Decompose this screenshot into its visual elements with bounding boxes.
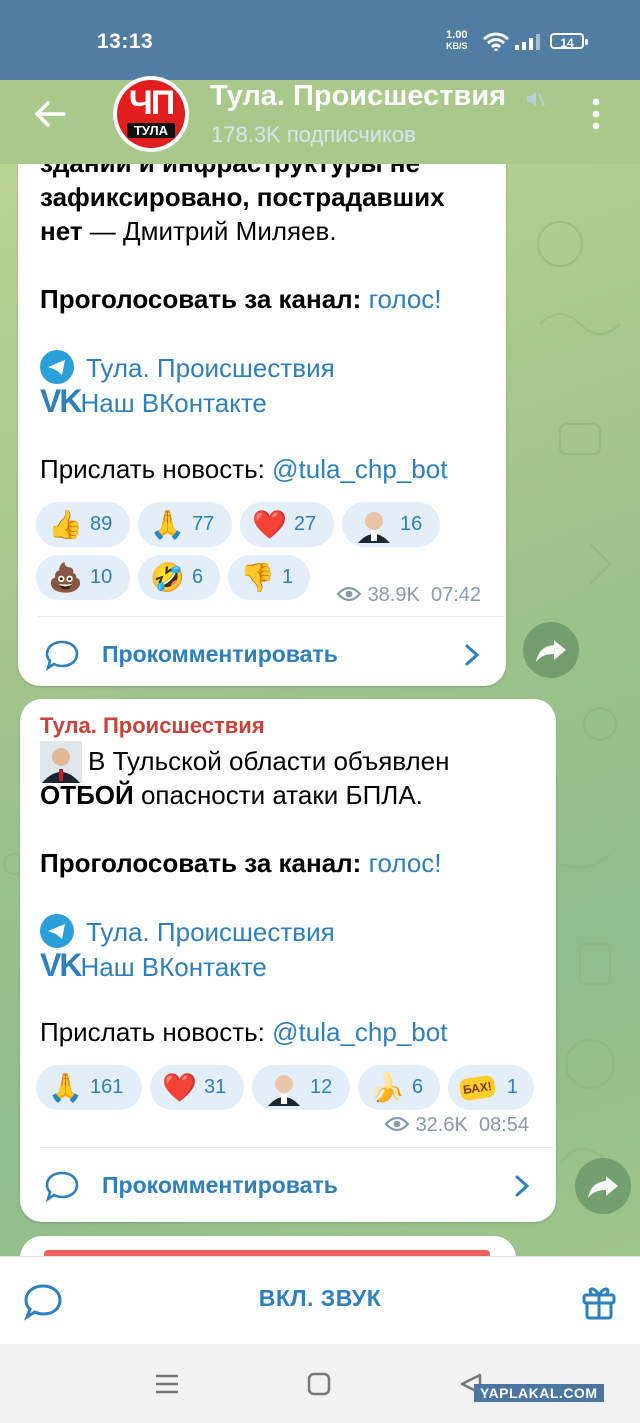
chevron-right-icon (515, 1175, 530, 1197)
chevron-right-icon (465, 644, 480, 666)
telegram-channel-link[interactable]: Тула. Происшествия (86, 353, 335, 383)
watermark: YAPLAKAL.COM (474, 1384, 604, 1402)
comment-button[interactable]: Прокомментировать (18, 617, 506, 686)
reaction-chip[interactable]: 🙏 77 (138, 502, 232, 547)
share-arrow-icon (536, 640, 566, 662)
post1-vk-line: VKНаш ВКонтакте (40, 384, 267, 420)
reaction-chip[interactable]: 👎 1 (228, 555, 310, 600)
putin-sticker-icon (268, 1074, 300, 1106)
channel-title[interactable]: Тула. Происшествия (210, 80, 506, 113)
post2-send-line: Прислать новость: @tula_chp_bot (40, 1017, 448, 1047)
back-arrow-icon[interactable] (30, 94, 70, 134)
more-menu-icon[interactable] (586, 98, 606, 132)
reaction-chip[interactable]: ❤️ 27 (240, 502, 334, 547)
post1-meta: 38.9K 07:42 (336, 584, 481, 607)
post2-author[interactable]: Тула. Происшествия (40, 713, 265, 739)
vk-link[interactable]: Наш ВКонтакте (80, 388, 266, 418)
share-button[interactable] (575, 1158, 631, 1214)
vote-link[interactable]: голос! (369, 848, 442, 878)
message-bubble-3-partial (20, 1236, 516, 1256)
subscriber-count: 178.3K подписчиков (211, 122, 416, 147)
wifi-icon (483, 32, 509, 51)
views-eye-icon (336, 586, 362, 602)
muted-icon (527, 92, 545, 107)
message-bubble-2: Тула. Происшествия В Тульской области об… (20, 699, 556, 1222)
post2-text-line-b: ОТБОЙ опасности атаки БПЛА. (40, 780, 423, 810)
bot-link[interactable]: @tula_chp_bot (272, 454, 447, 484)
system-nav-bar: YAPLAKAL.COM (0, 1344, 640, 1423)
message-bubble-1: зданий и инфраструктуры не зафиксировано… (18, 164, 506, 686)
post1-vote-line: Проголосовать за канал: голос! (40, 284, 442, 314)
vote-link[interactable]: голос! (369, 284, 442, 314)
status-time: 13:13 (97, 30, 154, 53)
chat-background: зданий и инфраструктуры не зафиксировано… (0, 164, 640, 1256)
reaction-chip[interactable]: 🍌 6 (358, 1065, 440, 1110)
putin-sticker-icon (358, 511, 390, 543)
recent-apps-icon[interactable] (154, 1372, 180, 1396)
comment-bubble-icon (45, 1171, 79, 1202)
comment-button[interactable]: Прокомментировать (20, 1148, 556, 1222)
telegram-icon (40, 914, 74, 948)
post2-tg-line: Тула. Происшествия (40, 914, 335, 949)
comment-bubble-icon (45, 640, 79, 671)
reaction-chip[interactable]: 👍 89 (36, 502, 130, 547)
post2-meta: 32.6K 08:54 (384, 1114, 529, 1137)
bot-link[interactable]: @tula_chp_bot (272, 1017, 447, 1047)
post1-text-line-a: зданий и инфраструктуры не (40, 164, 420, 180)
share-button[interactable] (523, 622, 579, 678)
channel-avatar[interactable]: ЧП ТУЛА (113, 76, 189, 152)
views-eye-icon (384, 1116, 410, 1132)
post1-tg-line: Тула. Происшествия (40, 350, 335, 385)
reaction-chip[interactable]: 💩 10 (36, 555, 130, 600)
vk-icon: VK (40, 947, 82, 983)
telegram-icon (40, 350, 74, 384)
reaction-chip[interactable]: ❤️ 31 (150, 1065, 244, 1110)
signal-icon (515, 34, 540, 50)
post1-text-line-c: нет — Дмитрий Миляев. (40, 216, 337, 246)
chat-header: ЧП ТУЛА Тула. Происшествия 178.3K подпис… (0, 64, 640, 164)
reaction-chip[interactable]: 🤣 6 (138, 555, 220, 600)
reaction-chip[interactable]: 🙏 161 (36, 1065, 142, 1110)
post2-text-line-a: В Тульской области объявлен (88, 746, 450, 776)
gift-icon[interactable] (580, 1281, 618, 1321)
reaction-chip[interactable]: БАХ! 1 (448, 1065, 534, 1110)
battery-indicator: 14 (550, 33, 588, 50)
post1-send-line: Прислать новость: @tula_chp_bot (40, 454, 448, 484)
vk-link[interactable]: Наш ВКонтакте (80, 952, 266, 982)
share-arrow-icon (588, 1176, 618, 1198)
post2-vk-line: VKНаш ВКонтакте (40, 948, 267, 984)
bah-sticker-icon: БАХ! (458, 1074, 497, 1101)
post1-text-line-b: зафиксировано, пострадавших (40, 182, 445, 212)
governor-photo-icon (40, 741, 82, 783)
reaction-chip[interactable]: 12 (252, 1065, 350, 1110)
post2-vote-line: Проголосовать за канал: голос! (40, 848, 442, 878)
network-speed: 1.00 KB/S (446, 29, 468, 52)
home-icon[interactable] (306, 1371, 332, 1397)
vk-icon: VK (40, 383, 82, 419)
telegram-channel-link[interactable]: Тула. Происшествия (86, 917, 335, 947)
reaction-chip[interactable]: 16 (342, 502, 440, 547)
bottom-bar: ВКЛ. ЗВУК (0, 1256, 640, 1345)
unmute-button[interactable]: ВКЛ. ЗВУК (0, 1285, 640, 1312)
